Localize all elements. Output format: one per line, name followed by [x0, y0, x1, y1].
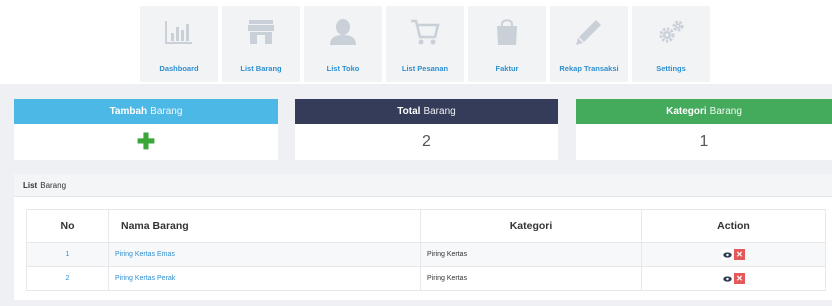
row-actions: ✕	[641, 266, 826, 291]
card-title-bold: Kategori	[666, 106, 707, 117]
card-title-thin: Barang	[150, 106, 183, 117]
card-title-bold: Total	[397, 106, 421, 117]
nav-label: Rekap Transaksi	[559, 64, 619, 73]
nav-label: List Toko	[326, 64, 360, 73]
nav-rekap-transaksi[interactable]: Rekap Transaksi	[550, 6, 628, 82]
row-number-link[interactable]: 2	[66, 275, 70, 282]
row-actions: ✕	[641, 242, 826, 267]
card-header: Kategori Barang	[576, 99, 832, 124]
top-navbar: Dashboard List Barang List Toko List Pes…	[0, 0, 832, 84]
row-number-link[interactable]: 1	[66, 251, 70, 258]
panel-title-thin: Barang	[40, 180, 67, 190]
column-header-action: Action	[641, 209, 826, 243]
add-icon[interactable]: ✚	[137, 131, 155, 153]
nav-settings[interactable]: Settings	[632, 6, 710, 82]
view-button[interactable]	[722, 273, 733, 284]
column-header-kategori: Kategori	[420, 209, 642, 243]
row-number: 1	[26, 242, 109, 267]
nav-label: Faktur	[495, 64, 519, 73]
table-row: 1 Piring Kertas Emas Piring Kertas ✕	[26, 242, 826, 267]
nav-label: List Pesanan	[401, 64, 449, 73]
nav-list-pesanan[interactable]: List Pesanan	[386, 6, 464, 82]
row-name-cell: Piring Kertas Emas	[108, 242, 421, 267]
nav-list-toko[interactable]: List Toko	[304, 6, 382, 82]
row-name-cell: Piring Kertas Perak	[108, 266, 421, 291]
eye-icon	[723, 275, 732, 282]
barang-table: No Nama Barang Kategori Action 1 Piring …	[26, 209, 826, 291]
total-value: 2	[422, 133, 431, 150]
main-nav: Dashboard List Barang List Toko List Pes…	[140, 6, 714, 82]
tambah-barang-card[interactable]: Tambah Barang ✚	[14, 99, 278, 160]
nav-dashboard[interactable]: Dashboard	[140, 6, 218, 82]
gears-icon	[655, 18, 687, 46]
nav-label: List Barang	[240, 64, 282, 73]
bar-chart-icon	[163, 18, 195, 46]
nav-label: Settings	[656, 64, 686, 73]
table-header-row: No Nama Barang Kategori Action	[26, 209, 826, 243]
store-icon	[245, 18, 277, 46]
user-icon	[327, 18, 359, 46]
card-header: Tambah Barang	[14, 99, 278, 124]
item-name-link[interactable]: Piring Kertas Emas	[115, 251, 175, 258]
close-icon: ✕	[736, 274, 743, 283]
bag-icon	[491, 18, 523, 46]
card-title-thin: Barang	[423, 106, 456, 117]
panel-title-bold: List	[23, 180, 38, 190]
kategori-barang-card: Kategori Barang 1	[576, 99, 832, 160]
row-kategori: Piring Kertas	[420, 266, 642, 291]
close-icon: ✕	[736, 250, 743, 259]
eye-icon	[723, 251, 732, 258]
kategori-value: 1	[699, 133, 709, 150]
row-number: 2	[26, 266, 109, 291]
row-kategori: Piring Kertas	[420, 242, 642, 267]
delete-button[interactable]: ✕	[734, 273, 745, 284]
nav-label: Dashboard	[159, 64, 199, 73]
total-barang-card: Total Barang 2	[295, 99, 558, 160]
pencil-icon	[573, 18, 605, 46]
delete-button[interactable]: ✕	[734, 249, 745, 260]
column-header-nama: Nama Barang	[108, 209, 421, 243]
column-header-no: No	[26, 209, 109, 243]
card-body: ✚	[14, 124, 278, 160]
list-barang-panel: List Barang No Nama Barang Kategori Acti…	[14, 174, 832, 300]
card-title-thin: Barang	[709, 106, 742, 117]
nav-list-barang[interactable]: List Barang	[222, 6, 300, 82]
table-row: 2 Piring Kertas Perak Piring Kertas ✕	[26, 266, 826, 291]
view-button[interactable]	[722, 249, 733, 260]
card-header: Total Barang	[295, 99, 558, 124]
nav-faktur[interactable]: Faktur	[468, 6, 546, 82]
panel-title: List Barang	[14, 174, 832, 197]
item-name-link[interactable]: Piring Kertas Perak	[115, 275, 175, 282]
cart-icon	[409, 18, 441, 46]
card-title-bold: Tambah	[109, 106, 148, 117]
